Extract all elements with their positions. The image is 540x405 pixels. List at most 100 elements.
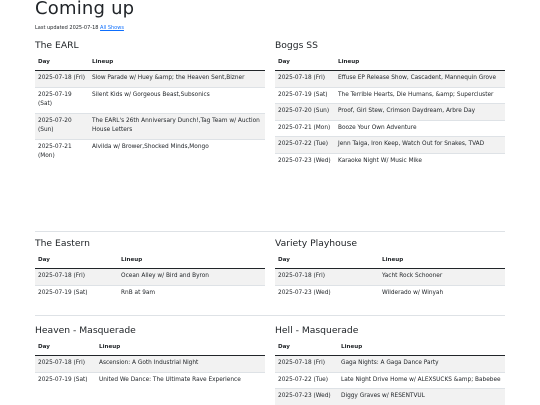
lineup-column-header: Lineup — [96, 342, 265, 356]
all-shows-link[interactable]: All Shows — [100, 25, 124, 31]
lineup-cell: The EARL's 26th Anniversary Dunch!,Tag T… — [89, 112, 265, 139]
day-cell: 2025-07-19 (Sat) — [35, 284, 118, 301]
day-cell: 2025-07-18 (Fri) — [275, 268, 379, 285]
table-row: 2025-07-23 (Wed) Wilderado w/ Winyah — [275, 284, 505, 301]
section-divider — [35, 315, 505, 316]
table-body: 2025-07-18 (Fri) Ascension: A Goth Indust… — [35, 355, 265, 388]
table-row: 2025-07-22 (Tue) Late Night Drive Home w/… — [275, 371, 505, 389]
day-cell: 2025-07-23 (Wed) — [275, 284, 379, 301]
day-cell: 2025-07-18 (Fri) — [275, 70, 335, 87]
day-column-header: Day — [275, 255, 379, 269]
schedule-table: Day Lineup 2025-07-18 (Fri) Gaga Nights: A … — [275, 342, 505, 405]
header-row: Day Lineup — [275, 255, 505, 269]
venue-hell-masquerade: Hell - Masquerade Day Lineup 2025-07-18 (Fr… — [275, 325, 505, 405]
schedule-table: Day Lineup 2025-07-18 (Fri) Effuse EP Relea… — [275, 57, 505, 169]
day-cell: 2025-07-20 (Sun) — [275, 103, 335, 120]
header-row: Day Lineup — [275, 57, 505, 71]
lineup-cell: Jenn Taiga, Iron Keep, Watch Out for Sna… — [335, 136, 505, 153]
venue-title: Variety Playhouse — [275, 238, 358, 249]
venue-heaven-masquerade: Heaven - Masquerade Day Lineup 2025-07-18 (… — [35, 325, 265, 388]
lineup-column-header: Lineup — [118, 255, 265, 269]
venue-variety-playhouse: Variety Playhouse Day Lineup 2025-07-18 (Fr… — [275, 238, 505, 301]
schedule-table: Day Lineup 2025-07-18 (Fri) Ascension: A Go… — [35, 342, 265, 388]
table-row: 2025-07-23 (Wed) Diggy Graves w/ RESENTVU… — [275, 388, 505, 405]
lineup-cell: Diggy Graves w/ RESENTVUL — [338, 388, 505, 405]
lineup-cell: Proof, Girl Stew, Crimson Daydream, Arbr… — [335, 103, 505, 120]
venue-title: The EARL — [35, 40, 79, 51]
lineup-cell: Karaoke Night W/ Music Mike — [335, 152, 505, 169]
lineup-cell: Gaga Nights: A Gaga Dance Party — [338, 355, 505, 372]
venue-boggs-ss: Boggs SS Day Lineup 2025-07-18 (Fri) Effuse … — [275, 40, 505, 169]
table-row: 2025-07-20 (Sun) The EARL's 26th Annivers… — [35, 112, 265, 139]
table-row: 2025-07-20 (Sun) Proof, Girl Stew, Crimso… — [275, 103, 505, 120]
day-column-header: Day — [35, 255, 118, 269]
table-header: Day Lineup — [35, 255, 265, 269]
day-cell: 2025-07-19 (Sat) — [35, 86, 89, 113]
table-row: 2025-07-19 (Sat) The Terrible Hearts, Die… — [275, 86, 505, 104]
lineup-cell: The Terrible Hearts, Die Humans, &amp; S… — [335, 86, 505, 104]
day-cell: 2025-07-23 (Wed) — [275, 388, 338, 405]
day-cell: 2025-07-21 (Mon) — [275, 119, 335, 137]
day-cell: 2025-07-22 (Tue) — [275, 136, 335, 153]
venue-the-eastern: The Eastern Day Lineup 2025-07-18 (Fri) Ocea… — [35, 238, 265, 301]
lineup-cell: Wilderado w/ Winyah — [379, 284, 505, 301]
lineup-cell: Ocean Alley w/ Bird and Byron — [118, 268, 265, 285]
table-header: Day Lineup — [35, 57, 265, 71]
venue-the-earl: The EARL Day Lineup 2025-07-18 (Fri) Slow Pa… — [35, 40, 265, 165]
venue-title: Boggs SS — [275, 40, 318, 51]
venue-title: Hell - Masquerade — [275, 325, 359, 336]
lineup-column-header: Lineup — [89, 57, 265, 71]
schedule-table: Day Lineup 2025-07-18 (Fri) Yacht Rock Scho… — [275, 255, 505, 301]
table-body: 2025-07-18 (Fri) Yacht Rock Schooner 2025-… — [275, 268, 505, 301]
table-row: 2025-07-18 (Fri) Ascension: A Goth Indust… — [35, 355, 265, 372]
day-column-header: Day — [35, 342, 96, 356]
day-cell: 2025-07-20 (Sun) — [35, 112, 89, 139]
day-cell: 2025-07-18 (Fri) — [35, 70, 89, 87]
section-divider — [35, 231, 505, 232]
table-row: 2025-07-18 (Fri) Slow Parade w/ Huey &amp… — [35, 70, 265, 87]
day-cell: 2025-07-23 (Wed) — [275, 152, 335, 169]
schedule-table: Day Lineup 2025-07-18 (Fri) Slow Parade w/ … — [35, 57, 265, 165]
day-cell: 2025-07-21 (Mon) — [35, 138, 89, 165]
lineup-column-header: Lineup — [379, 255, 505, 269]
header-row: Day Lineup — [35, 255, 265, 269]
venue-title: The Eastern — [35, 238, 90, 249]
day-cell: 2025-07-18 (Fri) — [275, 355, 338, 372]
header-row: Day Lineup — [35, 342, 265, 356]
lineup-cell: Silent Kids w/ Gorgeous Beast,Subsonics — [89, 86, 265, 113]
table-body: 2025-07-18 (Fri) Slow Parade w/ Huey &amp… — [35, 70, 265, 165]
day-cell: 2025-07-22 (Tue) — [275, 371, 338, 389]
venue-title: Heaven - Masquerade — [35, 325, 136, 336]
day-cell: 2025-07-18 (Fri) — [35, 355, 96, 372]
last-updated-text: Last updated 2025-07-18 — [35, 25, 99, 31]
table-row: 2025-07-18 (Fri) Gaga Nights: A Gaga Danc… — [275, 355, 505, 372]
day-cell: 2025-07-18 (Fri) — [35, 268, 118, 285]
table-row: 2025-07-19 (Sat) Silent Kids w/ Gorgeous … — [35, 86, 265, 113]
table-body: 2025-07-18 (Fri) Ocean Alley w/ Bird and … — [35, 268, 265, 301]
page-title: Coming up — [35, 0, 135, 19]
lineup-cell: Ascension: A Goth Industrial Night — [96, 355, 265, 372]
lineup-cell: Slow Parade w/ Huey &amp; the Heaven Sen… — [89, 70, 265, 87]
day-cell: 2025-07-19 (Sat) — [275, 86, 335, 104]
table-row: 2025-07-18 (Fri) Effuse EP Release Show, … — [275, 70, 505, 87]
table-body: 2025-07-18 (Fri) Effuse EP Release Show, … — [275, 70, 505, 169]
table-row: 2025-07-22 (Tue) Jenn Taiga, Iron Keep, W… — [275, 136, 505, 153]
day-cell: 2025-07-19 (Sat) — [35, 371, 96, 388]
day-column-header: Day — [275, 342, 338, 356]
table-row: 2025-07-23 (Wed) Karaoke Night W/ Music M… — [275, 152, 505, 169]
table-header: Day Lineup — [275, 57, 505, 71]
table-row: 2025-07-21 (Mon) Alvilda w/ Brower,Shocke… — [35, 138, 265, 165]
lineup-cell: Yacht Rock Schooner — [379, 268, 505, 285]
table-row: 2025-07-21 (Mon) Booze Your Own Adventure — [275, 119, 505, 137]
header-row: Day Lineup — [275, 342, 505, 356]
lineup-column-header: Lineup — [338, 342, 505, 356]
day-column-header: Day — [35, 57, 89, 71]
lineup-cell: RnB at 9am — [118, 284, 265, 301]
table-body: 2025-07-18 (Fri) Gaga Nights: A Gaga Danc… — [275, 355, 505, 405]
lineup-column-header: Lineup — [335, 57, 505, 71]
header-row: Day Lineup — [35, 57, 265, 71]
lineup-cell: United We Dance: The Ultimate Rave Exper… — [96, 371, 265, 388]
day-column-header: Day — [275, 57, 335, 71]
table-header: Day Lineup — [275, 342, 505, 356]
table-row: 2025-07-19 (Sat) United We Dance: The Ult… — [35, 371, 265, 388]
